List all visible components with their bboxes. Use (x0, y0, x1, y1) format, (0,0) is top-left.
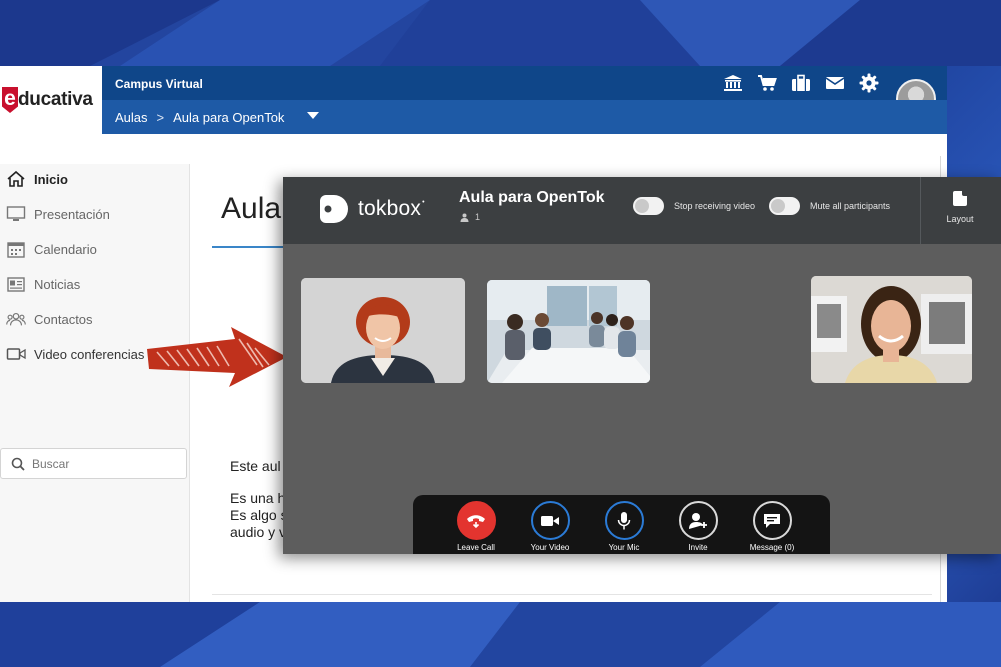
sidebar-item-label: Contactos (34, 311, 93, 327)
search-icon[interactable] (11, 457, 25, 471)
sidebar-item-label: Noticias (34, 276, 81, 292)
sidebar-item-label: Calendario (34, 241, 97, 257)
calendar-icon (7, 242, 25, 258)
participant-video-image (811, 276, 972, 383)
sidebar-item-label: Inicio (34, 171, 68, 187)
content-paragraph: Este aul (230, 458, 281, 474)
tokbox-window: tokbox • Aula para OpenTok 1 Stop receiv… (283, 177, 1001, 554)
video-tile-participant-1[interactable] (301, 278, 465, 383)
tokbox-logo-icon (320, 195, 348, 223)
tokbox-logo: tokbox • (318, 193, 425, 225)
control-label: Leave Call (457, 543, 495, 552)
your-mic-button[interactable]: Your Mic (594, 501, 654, 552)
hang-up-icon (467, 514, 485, 528)
microphone-icon (617, 511, 631, 529)
gear-icon[interactable] (858, 73, 880, 93)
video-tile-self[interactable] (811, 276, 972, 383)
mail-icon[interactable] (824, 73, 846, 93)
content-paragraph: Es algo s (230, 507, 288, 523)
participant-video-image (301, 278, 465, 383)
mute-all-toggle-group: Mute all participants (769, 197, 890, 215)
participant-count-value: 1 (475, 212, 481, 222)
header-breadcrumb-bar: Aulas > Aula para OpenTok (102, 100, 947, 134)
institution-icon[interactable] (722, 73, 744, 93)
your-mic-circle (604, 501, 644, 540)
add-user-icon (689, 512, 707, 529)
sidebar-item-contactos[interactable]: Contactos (6, 308, 93, 330)
message-circle (752, 501, 792, 540)
content-paragraph: audio y v (230, 524, 287, 540)
layout-button[interactable]: Layout (935, 191, 985, 224)
control-label: Message (0) (749, 543, 795, 552)
sidebar-item-noticias[interactable]: Noticias (6, 273, 80, 295)
toggle-label: Stop receiving video (674, 201, 756, 211)
lms-header: e ducativa Campus Virtual Aulas > Aula p… (0, 66, 947, 134)
control-label: Your Video (530, 543, 570, 552)
content-divider (212, 594, 932, 595)
newspaper-icon (7, 277, 25, 292)
chevron-down-icon[interactable] (307, 112, 320, 123)
briefcase-icon[interactable] (790, 73, 812, 93)
tokbox-header: tokbox • Aula para OpenTok 1 Stop receiv… (283, 177, 1001, 244)
breadcrumb-current-room[interactable]: Aula para OpenTok (173, 110, 284, 125)
monitor-icon (6, 206, 26, 221)
leave-call-circle (456, 501, 496, 540)
sidebar-item-presentacion[interactable]: Presentación (6, 203, 110, 225)
educativa-logo[interactable]: e ducativa (0, 66, 102, 134)
room-name: Aula para OpenTok (459, 189, 605, 206)
message-button[interactable]: Message (0) (742, 501, 802, 552)
sidebar-item-inicio[interactable]: Inicio (6, 168, 68, 190)
your-video-circle (530, 501, 570, 540)
invite-circle (678, 501, 718, 540)
tokbox-brand: tokbox (358, 197, 422, 220)
logo-mark: e (2, 87, 18, 113)
user-icon (460, 213, 469, 222)
mute-all-participants-toggle[interactable] (769, 197, 800, 215)
sidebar-item-video-conferencias[interactable]: Video conferencias (6, 343, 144, 365)
content-paragraph: Es una h (230, 490, 286, 506)
breadcrumb-separator: > (156, 110, 165, 125)
site-title[interactable]: Campus Virtual (115, 77, 203, 91)
call-controls: Leave Call Your Video Your Mic Invite Me… (413, 495, 830, 554)
participant-count: 1 (460, 212, 480, 222)
home-icon (7, 170, 25, 187)
pointer-arrow-icon (147, 327, 287, 387)
background-bottom (0, 602, 1001, 667)
title-underline (212, 246, 292, 248)
control-label: Your Mic (608, 543, 640, 552)
header-icons (722, 73, 880, 93)
sidebar-item-label: Video conferencias (34, 346, 145, 362)
layout-label: Layout (946, 214, 974, 224)
video-tile-participant-2[interactable] (487, 280, 650, 383)
participant-video-image (487, 280, 650, 383)
chat-icon (764, 513, 780, 528)
layout-icon (953, 191, 967, 206)
search-box (0, 448, 187, 479)
leave-call-button[interactable]: Leave Call (446, 501, 506, 552)
breadcrumb: Aulas > Aula para OpenTok (115, 110, 320, 125)
stop-video-toggle-group: Stop receiving video (633, 197, 755, 215)
sidebar-item-calendario[interactable]: Calendario (6, 238, 97, 260)
your-video-button[interactable]: Your Video (520, 501, 580, 552)
toggle-label: Mute all participants (810, 201, 891, 211)
header-top-bar: Campus Virtual (102, 66, 947, 119)
header-divider (920, 177, 921, 244)
background-top (0, 0, 1001, 66)
video-camera-icon (6, 348, 26, 360)
invite-button[interactable]: Invite (668, 501, 728, 552)
tokbox-brand-mark: • (422, 198, 425, 206)
stop-receiving-video-toggle[interactable] (633, 197, 664, 215)
search-input[interactable] (32, 456, 172, 471)
logo-text: ducativa (18, 89, 93, 110)
video-camera-icon (541, 515, 559, 526)
page-title: Aula (221, 192, 282, 225)
contacts-icon (6, 312, 26, 326)
control-label: Invite (688, 543, 708, 552)
cart-icon[interactable] (756, 73, 778, 93)
sidebar-item-label: Presentación (34, 206, 110, 222)
breadcrumb-aulas[interactable]: Aulas (115, 110, 148, 125)
